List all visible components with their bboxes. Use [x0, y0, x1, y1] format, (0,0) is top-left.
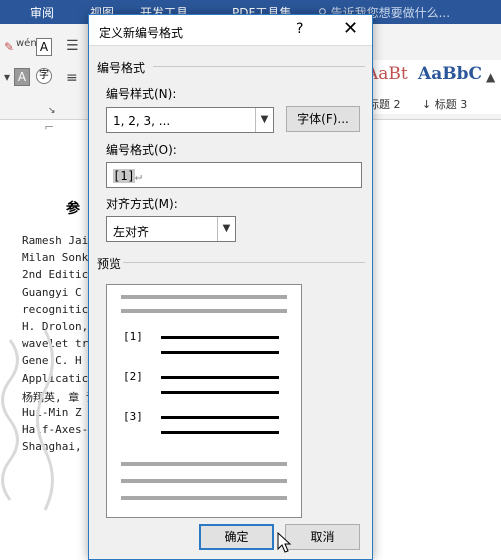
margin-corner-mark: ⌐: [44, 120, 55, 134]
preview-next-paragraph: [121, 462, 287, 466]
preview-group-label: 预览: [97, 257, 122, 271]
character-shading-icon[interactable]: A: [14, 68, 30, 86]
watermark: [1, 329, 54, 511]
style-label-heading-3: ↓ 标题 3: [422, 98, 468, 111]
preview-text-line: [161, 336, 279, 339]
references-heading: 参: [66, 201, 80, 217]
number-format-value: [1]↵: [113, 169, 142, 183]
group-divider: [153, 66, 365, 67]
preview-number: [1]: [123, 330, 143, 343]
cancel-button[interactable]: 取消: [285, 524, 360, 550]
preview-previous-paragraph: [121, 295, 287, 299]
dialog-title: 定义新编号格式: [99, 26, 184, 40]
preview-text-line: [161, 416, 279, 419]
style-sample-heading-3[interactable]: AaBbC: [418, 64, 482, 84]
alignment-value: 左对齐: [113, 225, 150, 239]
close-button[interactable]: ✕: [343, 18, 358, 39]
number-style-select[interactable]: 1, 2, 3, ... ▼: [106, 107, 274, 133]
alignment-label: 对齐方式(M):: [106, 197, 178, 211]
number-format-group-label: 编号格式: [97, 61, 146, 75]
define-number-format-dialog: 定义新编号格式 ? ✕ 编号格式 编号样式(N): 1, 2, 3, ... ▼…: [88, 14, 373, 560]
paragraph-mark: ↵: [134, 169, 142, 183]
tab-review[interactable]: 审阅: [30, 4, 54, 21]
preview-next-paragraph: [121, 479, 287, 483]
font-button[interactable]: 字体(F)...: [286, 106, 360, 132]
number-style-label: 编号样式(N):: [106, 87, 177, 101]
character-border-icon[interactable]: A: [36, 38, 52, 56]
page-marker: 10: [466, 487, 479, 500]
bullets-icon[interactable]: ☰: [66, 38, 79, 54]
preview-previous-paragraph: [121, 309, 287, 313]
preview-text-line: [161, 351, 279, 354]
group-divider: [123, 262, 365, 263]
styles-gallery: AaBt AaBbC 标题 2 ↓ 标题 3 ▲: [362, 60, 501, 114]
shading-icon[interactable]: ▾: [4, 70, 10, 84]
chevron-down-icon[interactable]: ▼: [217, 217, 235, 241]
chevron-down-icon[interactable]: ▼: [255, 108, 273, 132]
number-format-input[interactable]: [1]↵: [106, 162, 362, 188]
highlight-icon[interactable]: ✎: [4, 40, 14, 54]
preview-number: [2]: [123, 370, 143, 383]
preview-text-line: [161, 376, 279, 379]
preview-text-line: [161, 431, 279, 434]
alignment-select[interactable]: 左对齐 ▼: [106, 216, 236, 242]
enclose-characters-icon[interactable]: 字: [36, 68, 52, 84]
preview-text-line: [161, 391, 279, 394]
font-group-launcher-icon[interactable]: ↘: [48, 106, 56, 116]
align-left-icon[interactable]: ≡: [66, 70, 78, 86]
number-style-value: 1, 2, 3, ...: [113, 114, 171, 128]
preview-next-paragraph: [121, 496, 287, 500]
phonetic-guide-icon[interactable]: wén: [16, 38, 37, 49]
mouse-pointer-icon: [277, 532, 292, 553]
preview-pane: [1] [2] [3]: [106, 284, 302, 518]
styles-scroll-up-icon[interactable]: ▲: [486, 70, 495, 84]
number-format-label: 编号格式(O):: [106, 143, 177, 157]
ok-button[interactable]: 确定: [199, 524, 274, 550]
dialog-title-bar[interactable]: 定义新编号格式 ? ✕: [89, 15, 372, 46]
help-button[interactable]: ?: [296, 21, 303, 37]
preview-number: [3]: [123, 410, 143, 423]
